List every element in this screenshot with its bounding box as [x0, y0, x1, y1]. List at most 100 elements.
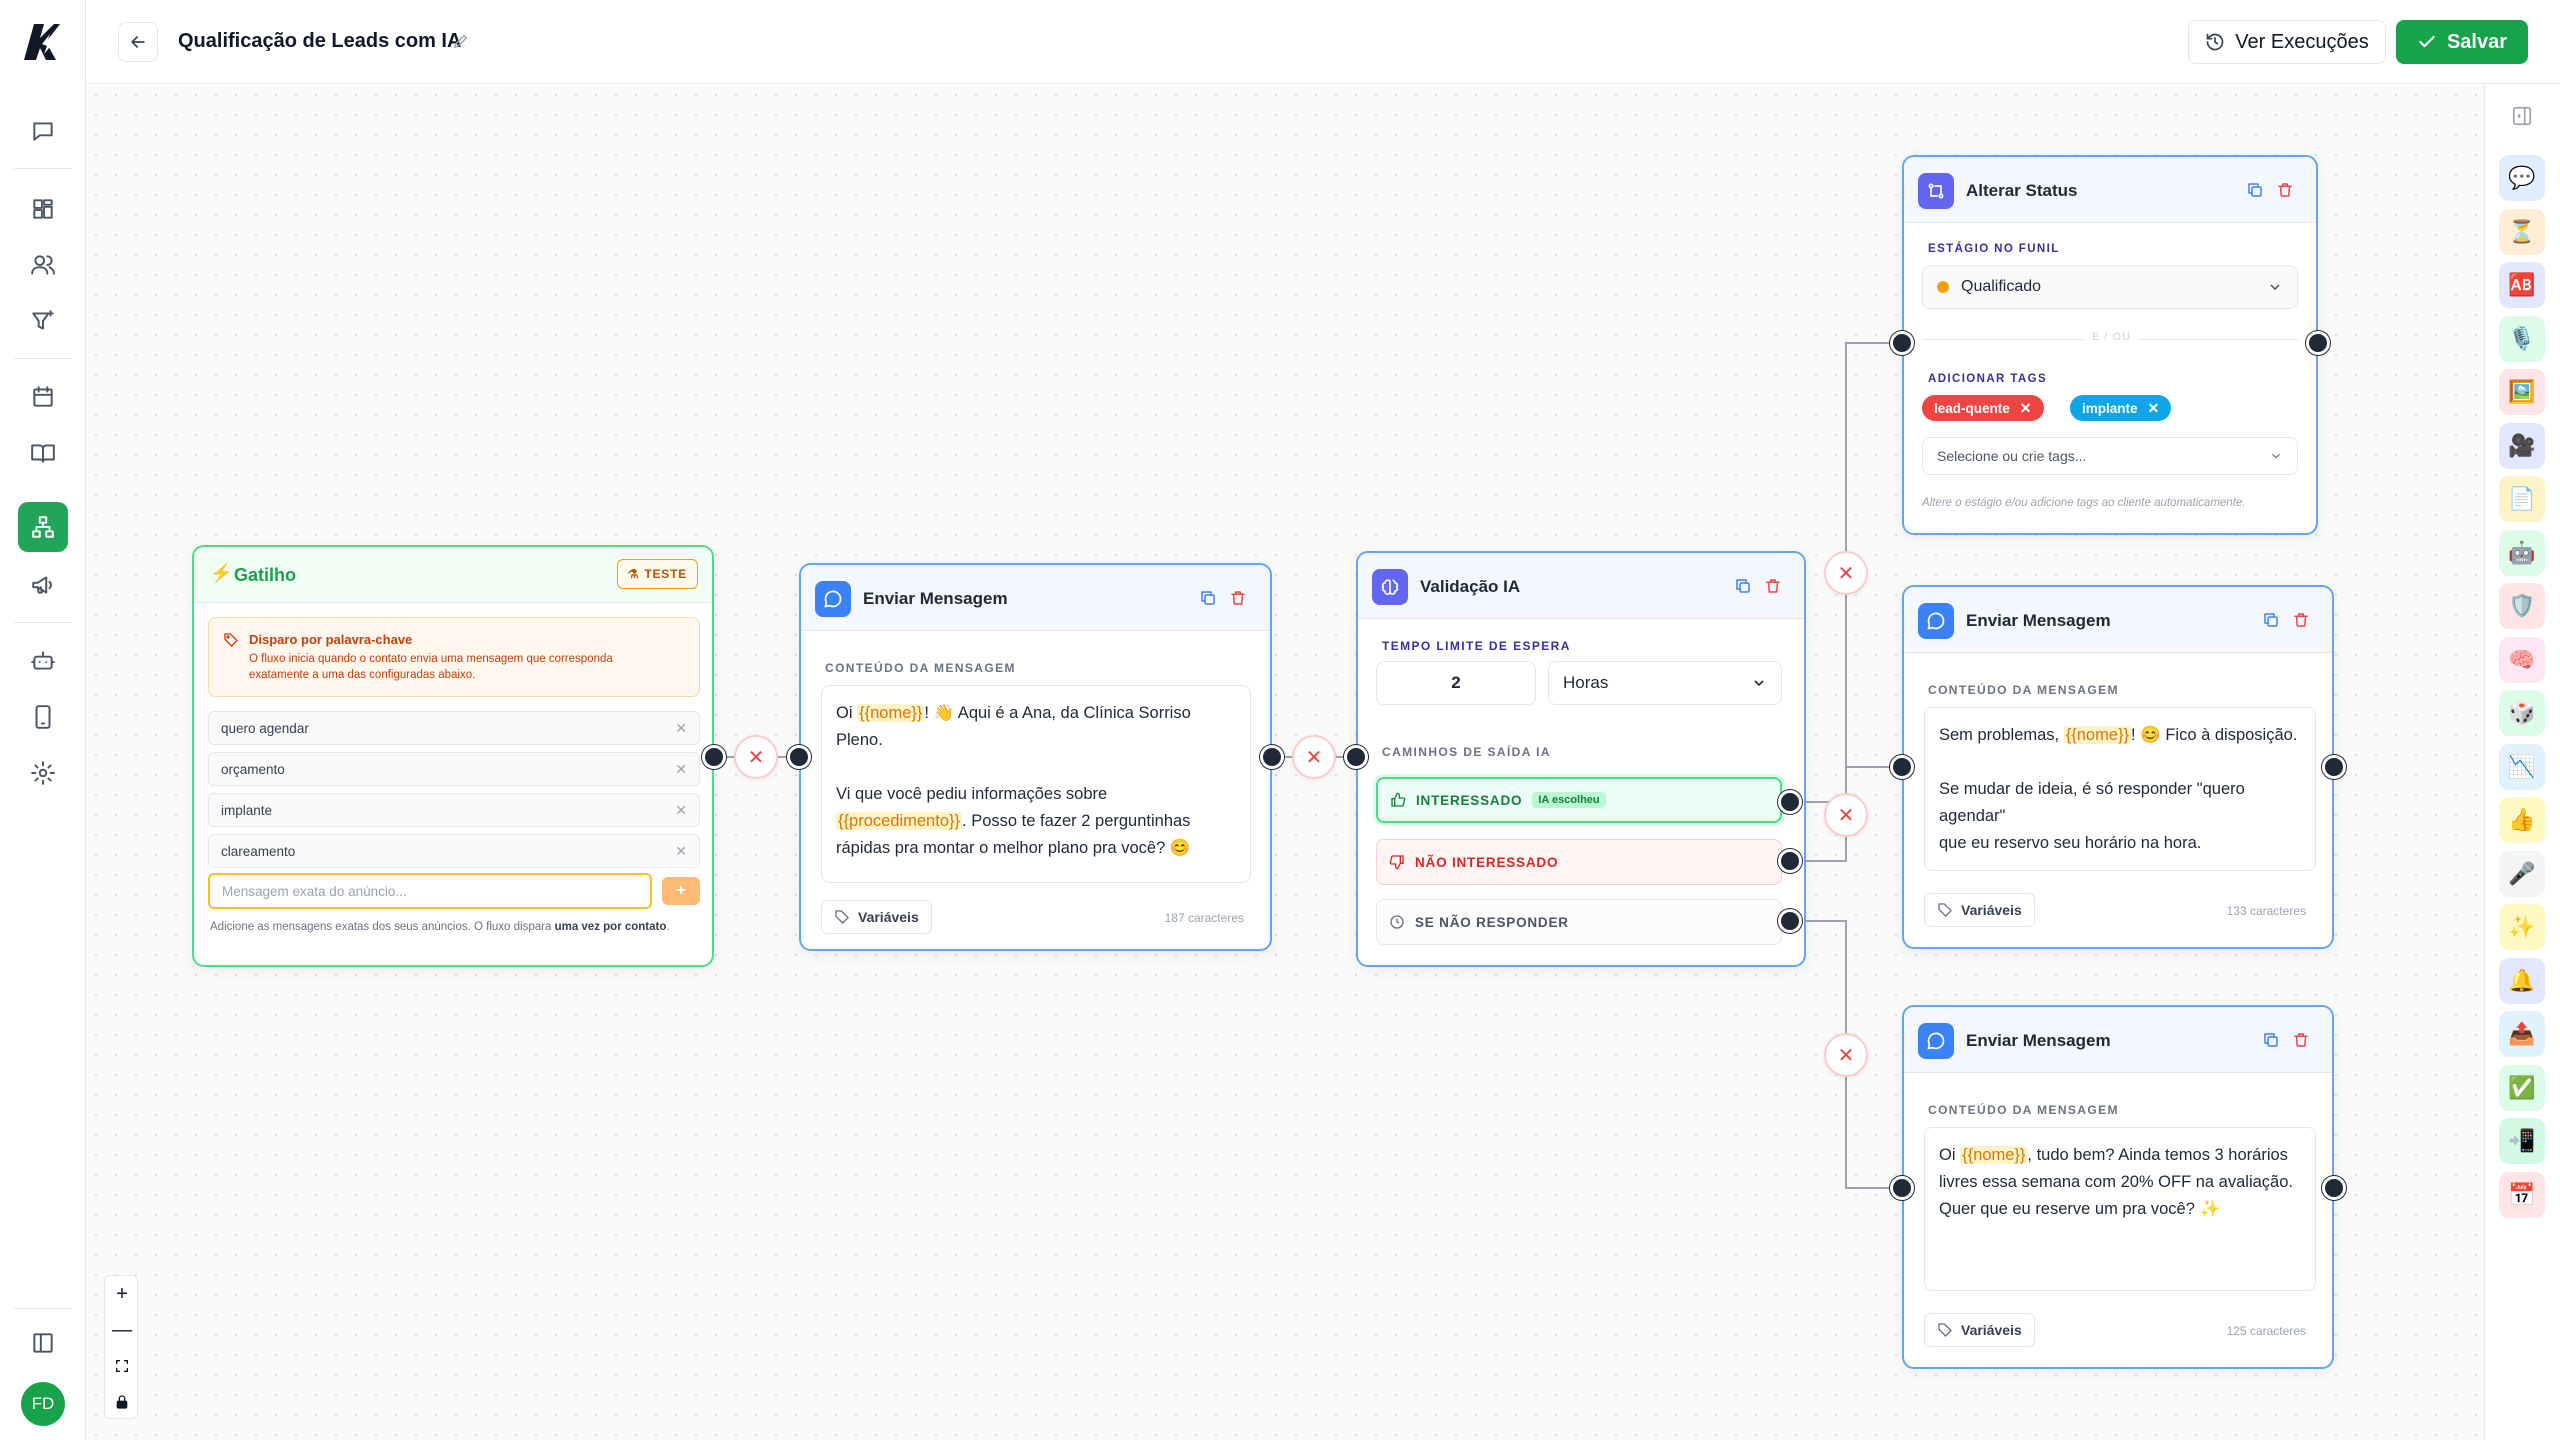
palette-node-17[interactable]: ✅	[2499, 1064, 2545, 1111]
nav-devices[interactable]	[18, 692, 68, 742]
palette-node-6[interactable]: 📄	[2499, 476, 2545, 522]
output-handle[interactable]	[2322, 755, 2346, 779]
nav-campaigns[interactable]	[18, 560, 68, 610]
palette-node-18[interactable]: 📲	[2499, 1118, 2545, 1164]
nav-flows[interactable]	[18, 502, 68, 552]
add-keyword-button[interactable]: +	[662, 877, 700, 905]
nav-dashboard[interactable]	[18, 184, 68, 234]
message-content[interactable]: Oi {{nome}}, tudo bem? Ainda temos 3 hor…	[1924, 1127, 2316, 1291]
keyword-input[interactable]: Mensagem exata do anúncio...	[208, 873, 652, 909]
palette-node-9[interactable]: 🧠	[2499, 636, 2545, 683]
nav-funnel[interactable]	[18, 296, 68, 346]
palette-node-4[interactable]: 🖼️	[2499, 369, 2545, 415]
palette-node-14[interactable]: ✨	[2499, 904, 2545, 950]
delete-edge-button[interactable]: ✕	[734, 735, 778, 779]
fit-view-button[interactable]	[105, 1348, 139, 1384]
wait-value-input[interactable]: 2	[1376, 661, 1536, 705]
palette-node-8[interactable]: 🛡️	[2499, 583, 2545, 629]
delete-edge-button[interactable]: ✕	[1824, 551, 1868, 595]
trash-icon[interactable]	[2276, 181, 2294, 199]
trigger-node[interactable]: ⚡ Gatilho ⚗ TESTE Disparo por palavra-ch…	[192, 545, 714, 967]
remove-tag-icon[interactable]: ✕	[2148, 400, 2160, 417]
trash-icon[interactable]	[2292, 1031, 2310, 1049]
path-not-interested[interactable]: NÃO INTERESSADO	[1376, 839, 1782, 885]
remove-keyword-icon[interactable]: ✕	[675, 720, 687, 737]
palette-node-3[interactable]: 🎙️	[2499, 315, 2545, 362]
copy-icon[interactable]	[1199, 589, 1217, 607]
change-status-node[interactable]: Alterar Status ESTÁGIO NO FUNIL Qualific…	[1902, 155, 2318, 535]
nav-knowledge[interactable]	[18, 428, 68, 478]
back-button[interactable]	[118, 22, 158, 62]
nav-contacts[interactable]	[18, 240, 68, 290]
message-content[interactable]: Sem problemas, {{nome}}! 😊 Fico à dispos…	[1924, 707, 2316, 871]
output-handle[interactable]	[2306, 331, 2330, 355]
delete-edge-button[interactable]: ✕	[1824, 793, 1868, 837]
input-handle[interactable]	[1344, 745, 1368, 769]
panel-collapse-icon[interactable]	[2511, 105, 2533, 127]
variables-button[interactable]: Variáveis	[1924, 1313, 2035, 1347]
delete-edge-button[interactable]: ✕	[1292, 735, 1336, 779]
palette-node-0[interactable]: 💬	[2499, 155, 2545, 201]
remove-keyword-icon[interactable]: ✕	[675, 761, 687, 778]
palette-node-15[interactable]: 🔔	[2499, 957, 2545, 1004]
send-message-node[interactable]: Enviar Mensagem CONTEÚDO DA MENSAGEM Oi …	[1902, 1005, 2334, 1369]
variables-button[interactable]: Variáveis	[1924, 893, 2035, 927]
save-button[interactable]: Salvar	[2396, 20, 2528, 64]
trigger-output-handle[interactable]	[702, 745, 726, 769]
palette-node-1[interactable]: ⏳	[2499, 208, 2545, 255]
lock-button[interactable]	[105, 1384, 139, 1420]
path-no-response[interactable]: SE NÃO RESPONDER	[1376, 899, 1782, 945]
copy-icon[interactable]	[2262, 1031, 2280, 1049]
palette-node-12[interactable]: 👍	[2499, 797, 2545, 843]
test-button[interactable]: ⚗ TESTE	[616, 559, 698, 589]
ai-validation-node[interactable]: Validação IA TEMPO LIMITE DE ESPERA 2 Ho…	[1356, 551, 1806, 967]
variables-button[interactable]: Variáveis	[821, 900, 932, 934]
trash-icon[interactable]	[2292, 611, 2310, 629]
message-content[interactable]: Oi {{nome}}! 👋 Aqui é a Ana, da Clínica …	[821, 685, 1251, 883]
palette-node-7[interactable]: 🤖	[2499, 529, 2545, 576]
copy-icon[interactable]	[1734, 577, 1752, 595]
nav-settings[interactable]	[18, 748, 68, 798]
app-logo[interactable]	[20, 20, 64, 64]
input-handle[interactable]	[787, 745, 811, 769]
user-avatar[interactable]: FD	[21, 1382, 65, 1426]
trash-icon[interactable]	[1764, 577, 1782, 595]
palette-node-5[interactable]: 🎥	[2499, 422, 2545, 469]
input-handle[interactable]	[1890, 1176, 1914, 1200]
palette-node-11[interactable]: 📉	[2499, 743, 2545, 790]
zoom-in-button[interactable]: +	[105, 1276, 139, 1312]
send-message-node[interactable]: Enviar Mensagem CONTEÚDO DA MENSAGEM Oi …	[799, 563, 1272, 951]
tags-select[interactable]: Selecione ou crie tags...	[1922, 437, 2298, 475]
pencil-icon[interactable]	[452, 32, 470, 50]
nav-chat[interactable]	[18, 106, 68, 156]
copy-icon[interactable]	[2262, 611, 2280, 629]
copy-icon[interactable]	[2246, 181, 2264, 199]
trash-icon[interactable]	[1229, 589, 1247, 607]
funnel-stage-select[interactable]: Qualificado	[1922, 265, 2298, 309]
remove-keyword-icon[interactable]: ✕	[675, 802, 687, 819]
path-interested[interactable]: INTERESSADO IA escolheu	[1376, 777, 1782, 823]
input-handle[interactable]	[1890, 331, 1914, 355]
nav-bots[interactable]	[18, 636, 68, 686]
delete-edge-button[interactable]: ✕	[1824, 1033, 1868, 1077]
wait-unit-select[interactable]: Horas	[1548, 661, 1782, 705]
view-executions-button[interactable]: Ver Execuções	[2188, 20, 2386, 64]
palette-node-10[interactable]: 🎲	[2499, 690, 2545, 736]
output-handle[interactable]	[1260, 745, 1284, 769]
flow-canvas[interactable]: ⚡ Gatilho ⚗ TESTE Disparo por palavra-ch…	[86, 85, 2484, 1440]
nav-calendar[interactable]	[18, 372, 68, 422]
remove-tag-icon[interactable]: ✕	[2020, 400, 2032, 417]
palette-node-16[interactable]: 📤	[2499, 1011, 2545, 1057]
output-handle-interested[interactable]	[1778, 790, 1802, 814]
palette-node-2[interactable]: 🆎	[2499, 262, 2545, 308]
remove-keyword-icon[interactable]: ✕	[675, 843, 687, 860]
output-handle[interactable]	[2322, 1176, 2346, 1200]
collapse-sidebar-button[interactable]	[18, 1318, 68, 1368]
zoom-out-button[interactable]: —	[105, 1312, 139, 1348]
send-message-node[interactable]: Enviar Mensagem CONTEÚDO DA MENSAGEM Sem…	[1902, 585, 2334, 949]
palette-node-19[interactable]: 📅	[2499, 1171, 2545, 1218]
palette-node-13[interactable]: 🎤	[2499, 850, 2545, 897]
input-handle[interactable]	[1890, 755, 1914, 779]
output-handle-not-interested[interactable]	[1778, 849, 1802, 873]
output-handle-no-response[interactable]	[1778, 909, 1802, 933]
